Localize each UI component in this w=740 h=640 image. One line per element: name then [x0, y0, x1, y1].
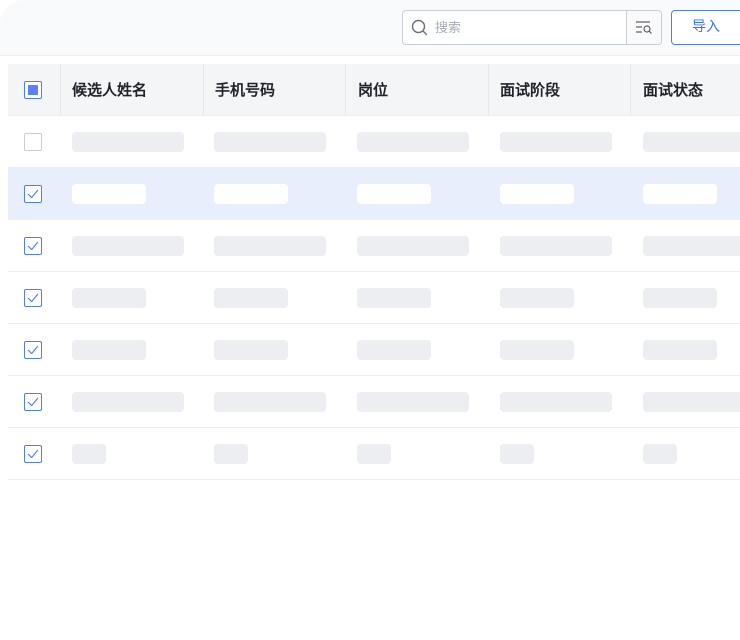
skeleton-cell-stage	[500, 340, 574, 360]
skeleton-cell-stage	[500, 444, 534, 464]
skeleton-cell-phone	[214, 340, 288, 360]
skeleton-cell-stage	[500, 288, 574, 308]
skeleton-cell-name	[72, 392, 184, 412]
import-button[interactable]: 导入	[671, 10, 740, 45]
row-checkbox[interactable]	[24, 393, 42, 411]
skeleton-cell-phone	[214, 132, 326, 152]
skeleton-cell-status	[643, 184, 717, 204]
skeleton-cell-position	[357, 184, 431, 204]
column-header-position[interactable]: 岗位	[347, 64, 388, 116]
skeleton-cell-status	[643, 340, 717, 360]
table-row[interactable]	[8, 116, 740, 168]
column-header-name[interactable]: 候选人姓名	[61, 64, 147, 116]
column-header-phone[interactable]: 手机号码	[204, 64, 275, 116]
row-checkbox[interactable]	[24, 237, 42, 255]
row-checkbox[interactable]	[24, 341, 42, 359]
skeleton-cell-phone	[214, 236, 326, 256]
filter-icon	[636, 21, 652, 34]
skeleton-cell-stage	[500, 236, 612, 256]
skeleton-cell-phone	[214, 444, 248, 464]
skeleton-cell-phone	[214, 184, 288, 204]
skeleton-cell-status	[643, 288, 717, 308]
skeleton-cell-name	[72, 340, 146, 360]
skeleton-cell-name	[72, 444, 106, 464]
skeleton-cell-position	[357, 444, 391, 464]
table-row[interactable]	[8, 168, 740, 220]
skeleton-cell-stage	[500, 132, 612, 152]
skeleton-cell-status	[643, 444, 677, 464]
skeleton-cell-status	[643, 132, 740, 152]
toolbar: 导入	[0, 0, 740, 56]
search-box	[402, 10, 662, 45]
skeleton-cell-position	[357, 288, 431, 308]
table-row[interactable]	[8, 428, 740, 480]
skeleton-cell-name	[72, 236, 184, 256]
skeleton-cell-phone	[214, 392, 326, 412]
row-checkbox[interactable]	[24, 133, 42, 151]
row-checkbox[interactable]	[24, 185, 42, 203]
column-divider	[345, 64, 346, 116]
skeleton-cell-status	[643, 236, 740, 256]
skeleton-cell-name	[72, 288, 146, 308]
skeleton-cell-stage	[500, 184, 574, 204]
column-divider	[630, 64, 631, 116]
skeleton-cell-position	[357, 392, 469, 412]
column-header-status[interactable]: 面试状态	[632, 64, 703, 116]
skeleton-cell-position	[357, 132, 469, 152]
search-icon	[411, 19, 428, 36]
table-body	[8, 116, 740, 480]
search-input[interactable]	[435, 17, 623, 39]
row-checkbox[interactable]	[24, 289, 42, 307]
table-row[interactable]	[8, 324, 740, 376]
table-header: 候选人姓名 手机号码 岗位 面试阶段 面试状态	[8, 64, 740, 116]
skeleton-cell-position	[357, 340, 431, 360]
skeleton-cell-phone	[214, 288, 288, 308]
skeleton-cell-name	[72, 184, 146, 204]
table-row[interactable]	[8, 220, 740, 272]
skeleton-cell-stage	[500, 392, 612, 412]
filter-button[interactable]	[626, 11, 661, 44]
skeleton-cell-name	[72, 132, 184, 152]
select-all-checkbox[interactable]	[24, 81, 42, 99]
column-header-stage[interactable]: 面试阶段	[489, 64, 560, 116]
skeleton-cell-status	[643, 392, 740, 412]
candidate-table: 候选人姓名 手机号码 岗位 面试阶段 面试状态	[8, 64, 740, 480]
row-checkbox[interactable]	[24, 445, 42, 463]
skeleton-cell-position	[357, 236, 469, 256]
table-row[interactable]	[8, 376, 740, 428]
table-row[interactable]	[8, 272, 740, 324]
